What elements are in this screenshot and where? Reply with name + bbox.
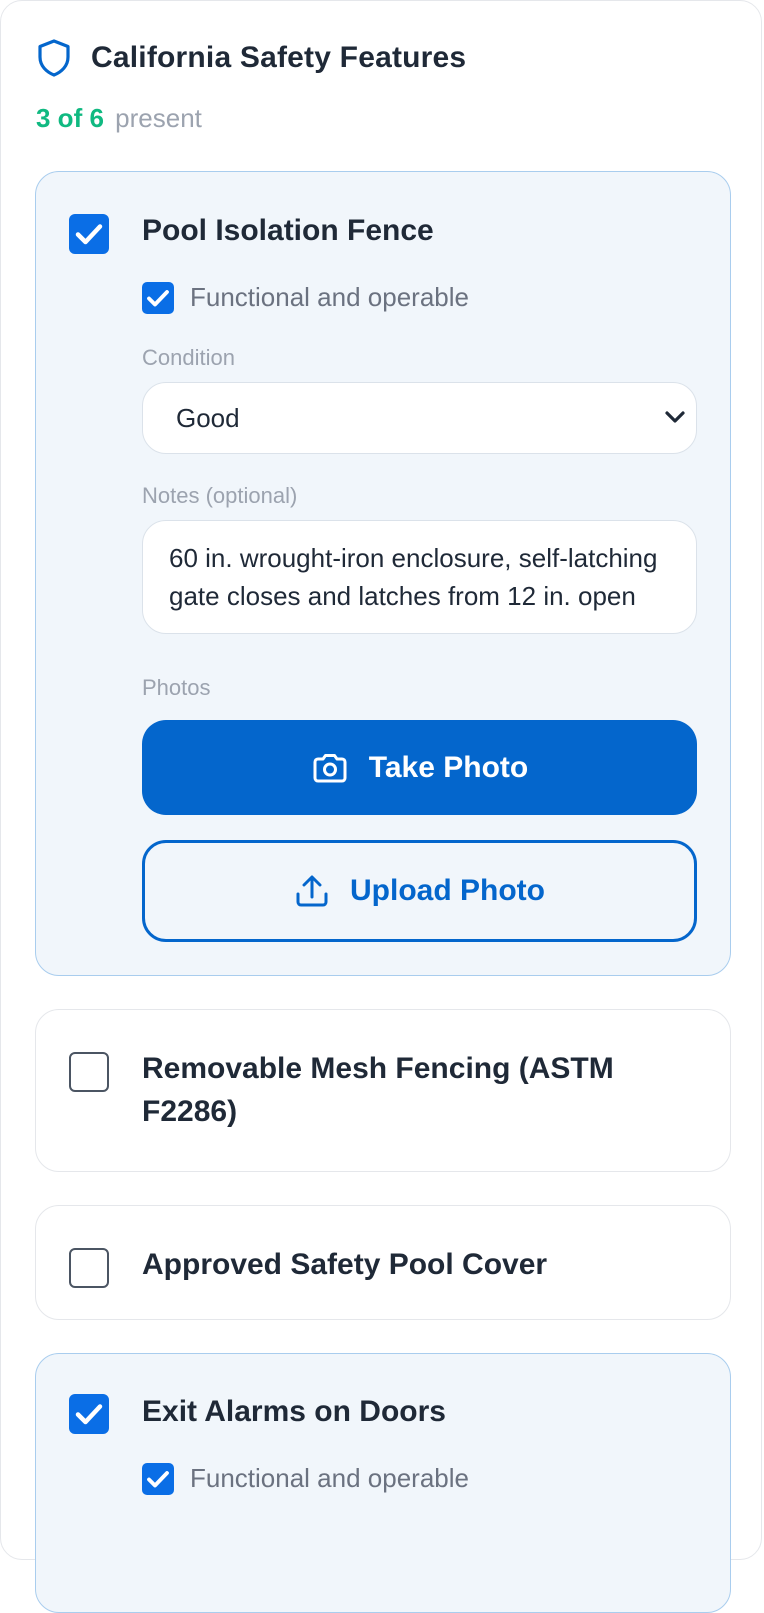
upload-photo-button[interactable]: Upload Photo — [142, 840, 697, 942]
feature-title: Exit Alarms on Doors — [142, 1395, 446, 1428]
feature-title: Pool Isolation Fence — [142, 214, 434, 247]
take-photo-button[interactable]: Take Photo — [142, 720, 697, 815]
shield-icon — [37, 39, 71, 77]
take-photo-label: Take Photo — [368, 750, 529, 784]
condition-value: Good — [176, 403, 240, 433]
functional-checkbox[interactable] — [142, 1463, 174, 1495]
feature-present-checkbox[interactable] — [69, 1052, 109, 1092]
feature-card-exit-alarms-on-doors: Exit Alarms on Doors Functional and oper… — [35, 1353, 731, 1613]
present-suffix: present — [115, 103, 202, 133]
notes-textarea[interactable]: 60 in. wrought-iron enclosure, self-latc… — [142, 520, 697, 634]
condition-label: Condition — [142, 345, 235, 370]
upload-icon — [296, 875, 328, 907]
condition-select[interactable]: Good — [142, 382, 697, 454]
functional-checkbox[interactable] — [142, 282, 174, 314]
section-header: California Safety Features — [37, 39, 466, 77]
notes-value: 60 in. wrought-iron enclosure, self-latc… — [169, 543, 658, 611]
photos-label: Photos — [142, 675, 211, 700]
feature-title: Removable Mesh Fencing (ASTM F2286) — [142, 1052, 614, 1128]
feature-present-checkbox[interactable] — [69, 1248, 109, 1288]
feature-present-checkbox[interactable] — [69, 1394, 109, 1434]
feature-card-pool-isolation-fence: Pool Isolation Fence Functional and oper… — [35, 171, 731, 976]
checkmark-icon — [75, 224, 103, 245]
checkmark-icon — [147, 290, 169, 307]
functional-label: Functional and operable — [190, 1463, 469, 1493]
feature-card-removable-mesh-fencing: Removable Mesh Fencing (ASTM F2286) — [35, 1009, 731, 1172]
feature-title: Approved Safety Pool Cover — [142, 1248, 548, 1281]
camera-icon — [313, 753, 347, 782]
checkmark-icon — [147, 1471, 169, 1488]
upload-photo-label: Upload Photo — [350, 874, 545, 907]
present-summary: 3 of 6 present — [36, 103, 202, 134]
feature-card-approved-safety-pool-cover: Approved Safety Pool Cover — [35, 1205, 731, 1320]
feature-present-checkbox[interactable] — [69, 214, 109, 254]
section-title: California Safety Features — [91, 41, 467, 74]
safety-features-panel: California Safety Features 3 of 6 presen… — [0, 0, 762, 1613]
present-count: 3 of 6 — [36, 103, 104, 133]
checkmark-icon — [75, 1404, 103, 1425]
functional-label: Functional and operable — [190, 282, 469, 312]
notes-label: Notes (optional) — [142, 483, 298, 508]
chevron-down-icon — [664, 409, 686, 430]
